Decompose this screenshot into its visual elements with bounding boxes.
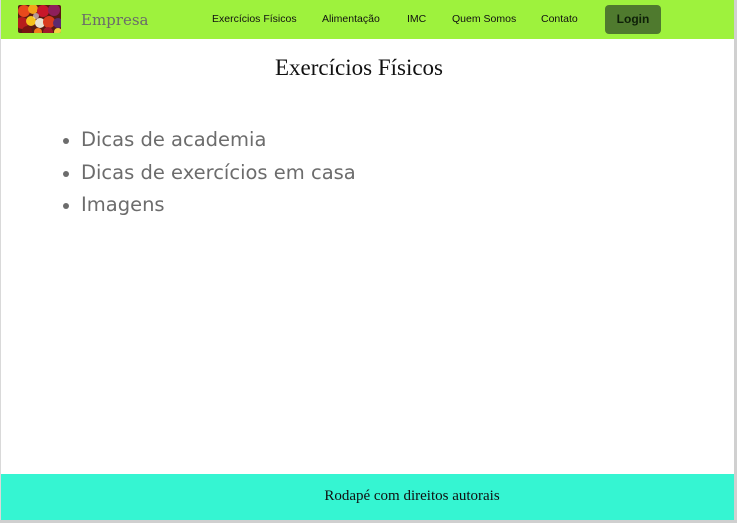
login-button[interactable]: Login <box>605 5 661 34</box>
navbar: Empresa Exercícios Físicos Alimentação I… <box>1 0 734 39</box>
topic-list: Dicas de academia Dicas de exercícios em… <box>61 124 356 222</box>
list-item-label: Dicas de exercícios em casa <box>81 160 356 184</box>
bullet-icon <box>63 138 69 144</box>
footer-copyright-text: Rodapé com direitos autorais <box>324 488 500 504</box>
list-item-dicas-casa[interactable]: Dicas de exercícios em casa <box>61 157 356 190</box>
list-item-dicas-academia[interactable]: Dicas de academia <box>61 124 356 157</box>
nav-link-exercicios-fisicos[interactable]: Exercícios Físicos <box>212 13 297 26</box>
nav-link-imc[interactable]: IMC <box>407 13 426 26</box>
nav-link-alimentacao[interactable]: Alimentação <box>322 13 380 26</box>
nav-link-quem-somos[interactable]: Quem Somos <box>452 13 516 26</box>
bullet-icon <box>63 203 69 209</box>
nav-link-contato[interactable]: Contato <box>541 13 578 26</box>
list-item-label: Dicas de academia <box>81 128 267 151</box>
logo-image[interactable] <box>18 5 61 33</box>
list-item-label: Imagens <box>81 193 165 216</box>
list-item-imagens[interactable]: Imagens <box>61 189 356 222</box>
footer: Rodapé com direitos autorais <box>1 474 734 520</box>
page-title: Exercícios Físicos <box>275 55 443 80</box>
brand-name[interactable]: Empresa <box>81 11 148 29</box>
page: Empresa Exercícios Físicos Alimentação I… <box>1 0 734 520</box>
bullet-icon <box>63 170 69 177</box>
